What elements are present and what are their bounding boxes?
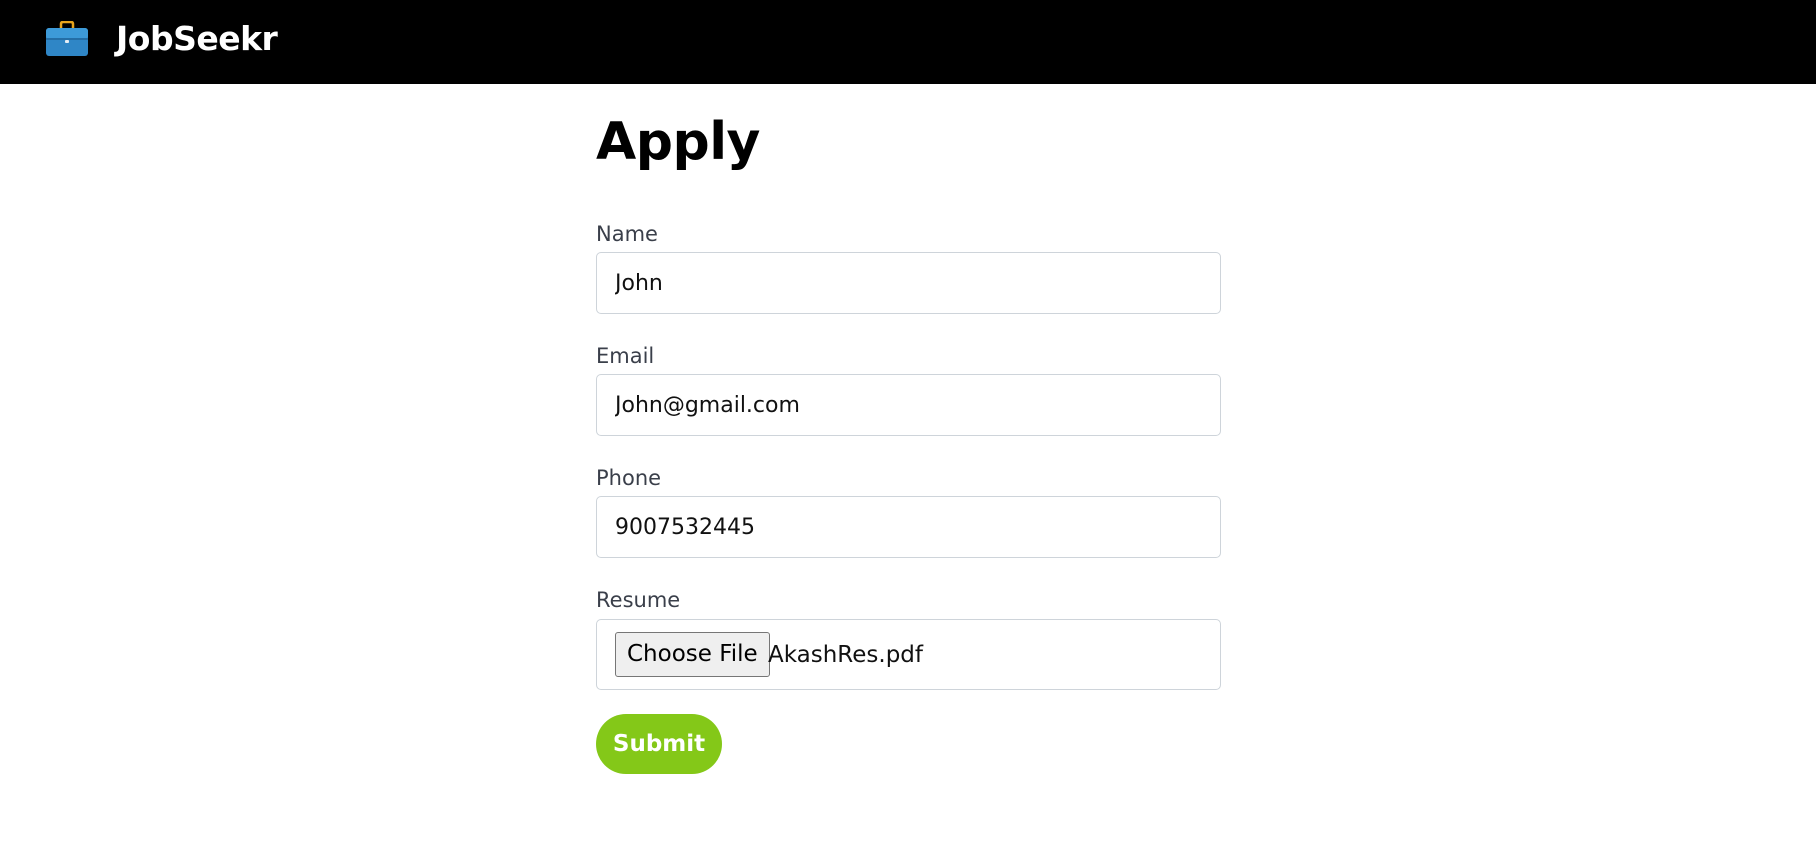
name-label: Name: [596, 222, 658, 246]
phone-input[interactable]: [596, 496, 1221, 558]
email-input[interactable]: [596, 374, 1221, 436]
navbar: JobSeekr: [0, 0, 1816, 84]
email-label: Email: [596, 344, 655, 368]
name-input[interactable]: [596, 252, 1221, 314]
resume-label: Resume: [596, 588, 681, 612]
briefcase-icon[interactable]: [45, 20, 89, 57]
page-title: Apply: [596, 112, 760, 172]
resume-file-input[interactable]: Choose File AkashRes.pdf: [596, 619, 1221, 690]
submit-button[interactable]: Submit: [596, 714, 722, 774]
phone-label: Phone: [596, 466, 662, 490]
brand-name[interactable]: JobSeekr: [116, 17, 278, 61]
choose-file-button[interactable]: Choose File: [615, 632, 770, 677]
selected-file-name: AkashRes.pdf: [768, 642, 923, 668]
